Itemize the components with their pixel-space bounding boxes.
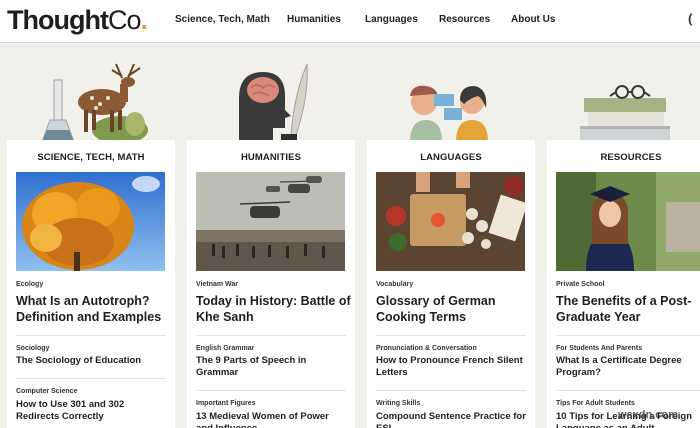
divider [376, 390, 526, 391]
article-title[interactable]: The 9 Parts of Speech in Grammar [196, 355, 348, 379]
featured-article-title[interactable]: Glossary of German Cooking Terms [376, 293, 536, 325]
article-category[interactable]: Writing Skills [376, 400, 420, 407]
divider [556, 390, 700, 391]
category-title-humanities[interactable]: HUMANITIES [187, 152, 355, 163]
page: ThoughtCo. Science, Tech, Math Humanitie… [0, 0, 700, 428]
article-title[interactable]: What Is a Certificate Degree Program? [556, 355, 696, 379]
featured-image-khe-sanh[interactable] [196, 172, 345, 271]
nav-resources[interactable]: Resources [439, 14, 490, 25]
divider [196, 390, 346, 391]
featured-image-german-cooking[interactable] [376, 172, 525, 271]
article-title[interactable]: 13 Medieval Women of Power and Influence [196, 411, 348, 428]
divider [16, 335, 166, 336]
featured-category[interactable]: Ecology [16, 281, 43, 288]
featured-category[interactable]: Private School [556, 281, 605, 288]
divider [556, 335, 700, 336]
nav-about-us[interactable]: About Us [511, 14, 555, 25]
divider [376, 335, 526, 336]
divider [16, 378, 166, 379]
logo-dot: . [140, 5, 147, 35]
article-category[interactable]: For Students And Parents [556, 345, 642, 352]
category-title-languages[interactable]: LANGUAGES [367, 152, 535, 163]
article-title[interactable]: Compound Sentence Practice for ESL [376, 411, 528, 428]
resources-illustration-icon [580, 85, 670, 142]
featured-article-title[interactable]: Today in History: Battle of Khe Sanh [196, 293, 356, 325]
more-menu-icon[interactable]: ( [688, 11, 692, 26]
featured-image-graduate[interactable] [556, 172, 700, 271]
article-category[interactable]: Important Figures [196, 400, 256, 407]
article-title[interactable]: The Sociology of Education [16, 355, 168, 367]
article-category[interactable]: English Grammar [196, 345, 254, 352]
category-title-resources[interactable]: RESOURCES [547, 152, 700, 163]
featured-category[interactable]: Vocabulary [376, 281, 413, 288]
nav-science-tech-math[interactable]: Science, Tech, Math [175, 14, 270, 25]
nav-humanities[interactable]: Humanities [287, 14, 341, 25]
logo-co: Co [107, 5, 142, 35]
featured-article-title[interactable]: What Is an Autotroph? Definition and Exa… [16, 293, 176, 325]
category-title-science[interactable]: SCIENCE, TECH, MATH [7, 152, 175, 163]
site-header: ThoughtCo. Science, Tech, Math Humanitie… [0, 0, 700, 43]
science-illustration-icon [41, 63, 148, 144]
featured-article-title[interactable]: The Benefits of a Post-Graduate Year [556, 293, 696, 325]
article-category[interactable]: Tips For Adult Students [556, 400, 635, 407]
divider [196, 335, 346, 336]
humanities-illustration-icon [239, 63, 308, 142]
featured-category[interactable]: Vietnam War [196, 281, 238, 288]
article-category[interactable]: Computer Science [16, 388, 77, 395]
article-title[interactable]: How to Use 301 and 302 Redirects Correct… [16, 399, 168, 423]
site-logo[interactable]: ThoughtCo. [7, 3, 148, 37]
nav-languages[interactable]: Languages [365, 14, 418, 25]
article-category[interactable]: Sociology [16, 345, 49, 352]
watermark: wsxdn.com [618, 409, 678, 421]
logo-thought: Thought [7, 5, 109, 35]
article-category[interactable]: Pronunciation & Conversation [376, 345, 477, 352]
article-title[interactable]: How to Pronounce French Silent Letters [376, 355, 528, 379]
languages-illustration-icon [410, 85, 488, 142]
featured-image-autotroph[interactable] [16, 172, 165, 271]
